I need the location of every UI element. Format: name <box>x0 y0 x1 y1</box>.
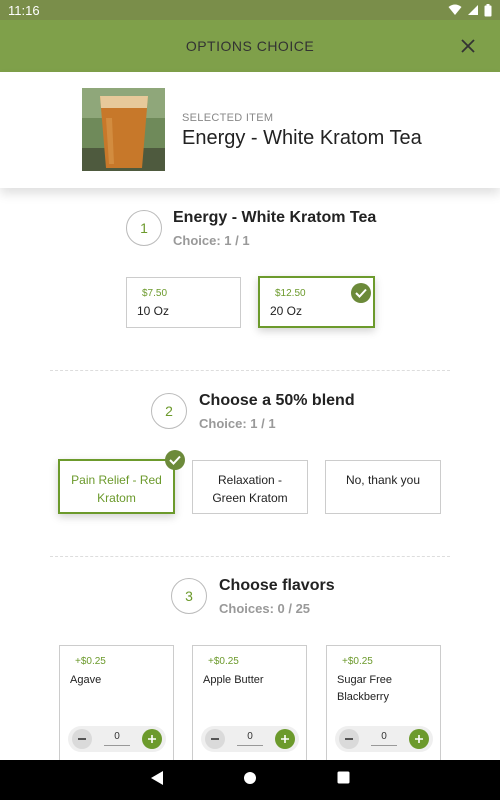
option-name: Relaxation - Green Kratom <box>212 473 288 505</box>
option-price: $7.50 <box>142 288 168 299</box>
option-name: No, thank you <box>345 473 421 487</box>
quantity-value[interactable]: 0 <box>104 731 130 746</box>
home-button[interactable] <box>243 771 257 790</box>
status-bar: 11:16 <box>0 0 500 20</box>
battery-icon <box>484 3 492 16</box>
quantity-value[interactable]: 0 <box>371 731 397 746</box>
item-thumbnail <box>82 88 165 171</box>
close-button[interactable] <box>456 34 480 58</box>
section-2-title: Choose a 50% blend <box>199 392 355 409</box>
flavor-card-agave[interactable]: +$0.25 Agave 0 <box>59 645 174 760</box>
increment-button[interactable] <box>409 729 429 749</box>
section-1-subtitle: Choice: 1 / 1 <box>173 233 250 248</box>
minus-icon <box>78 738 86 740</box>
section-3-number: 3 <box>171 578 207 614</box>
plus-icon <box>281 735 289 743</box>
selected-item-label: SELECTED ITEM <box>182 112 274 124</box>
section-3-subtitle: Choices: 0 / 25 <box>219 601 311 616</box>
increment-button[interactable] <box>142 729 162 749</box>
flavor-card-sugar-free-blackberry[interactable]: +$0.25 Sugar Free Blackberry 0 <box>326 645 441 760</box>
decrement-button[interactable] <box>72 729 92 749</box>
option-name: 10 Oz <box>137 304 170 318</box>
flavor-name: Agave <box>70 674 102 686</box>
section-3-title: Choose flavors <box>219 577 335 594</box>
system-nav-bar <box>0 760 500 800</box>
wifi-icon <box>448 4 462 15</box>
option-name: Pain Relief - Red Kratom <box>71 473 162 505</box>
section-2-subtitle: Choice: 1 / 1 <box>199 416 276 431</box>
minus-icon <box>211 738 219 740</box>
quantity-stepper: 0 <box>201 726 299 752</box>
decrement-button[interactable] <box>339 729 359 749</box>
selected-item-name: Energy - White Kratom Tea <box>182 127 422 149</box>
back-button[interactable] <box>150 770 164 791</box>
quantity-stepper: 0 <box>68 726 166 752</box>
quantity-value[interactable]: 0 <box>237 731 263 746</box>
signal-icon <box>468 5 478 15</box>
flavor-name: Apple Butter <box>203 674 264 686</box>
page-title: OPTIONS CHOICE <box>185 38 315 54</box>
blend-option-relaxation[interactable]: Relaxation - Green Kratom <box>192 460 308 514</box>
blend-option-pain-relief[interactable]: Pain Relief - Red Kratom <box>58 450 185 514</box>
flavor-name: Sugar Free Blackberry <box>337 674 393 703</box>
minus-icon <box>345 738 353 740</box>
increment-button[interactable] <box>275 729 295 749</box>
plus-icon <box>148 735 156 743</box>
section-divider <box>50 370 450 371</box>
option-name: 20 Oz <box>270 304 303 318</box>
back-icon <box>150 770 163 785</box>
section-1-title: Energy - White Kratom Tea <box>173 209 377 226</box>
recents-icon <box>337 771 350 784</box>
flavor-price: +$0.25 <box>208 656 239 667</box>
decrement-button[interactable] <box>205 729 225 749</box>
size-option-10oz[interactable]: $7.50 10 Oz <box>126 277 241 328</box>
check-icon <box>351 283 371 303</box>
section-1-number: 1 <box>126 210 162 246</box>
recents-button[interactable] <box>337 771 350 789</box>
status-time: 11:16 <box>8 2 40 18</box>
check-icon <box>165 450 185 470</box>
selected-item-header: SELECTED ITEM Energy - White Kratom Tea <box>0 72 500 188</box>
flavor-price: +$0.25 <box>342 656 373 667</box>
size-option-20oz[interactable]: $12.50 20 Oz <box>258 276 375 328</box>
flavor-price: +$0.25 <box>75 656 106 667</box>
section-2-number: 2 <box>151 393 187 429</box>
app-header: OPTIONS CHOICE <box>0 20 500 72</box>
options-list[interactable]: 1 Energy - White Kratom Tea Choice: 1 / … <box>0 188 500 760</box>
blend-option-none[interactable]: No, thank you <box>325 460 441 514</box>
flavor-card-apple-butter[interactable]: +$0.25 Apple Butter 0 <box>192 645 307 760</box>
home-icon <box>244 771 257 784</box>
section-divider <box>50 556 450 557</box>
quantity-stepper: 0 <box>335 726 433 752</box>
close-icon <box>461 39 475 53</box>
plus-icon <box>415 735 423 743</box>
drink-image <box>82 88 165 171</box>
option-price: $12.50 <box>275 288 306 299</box>
